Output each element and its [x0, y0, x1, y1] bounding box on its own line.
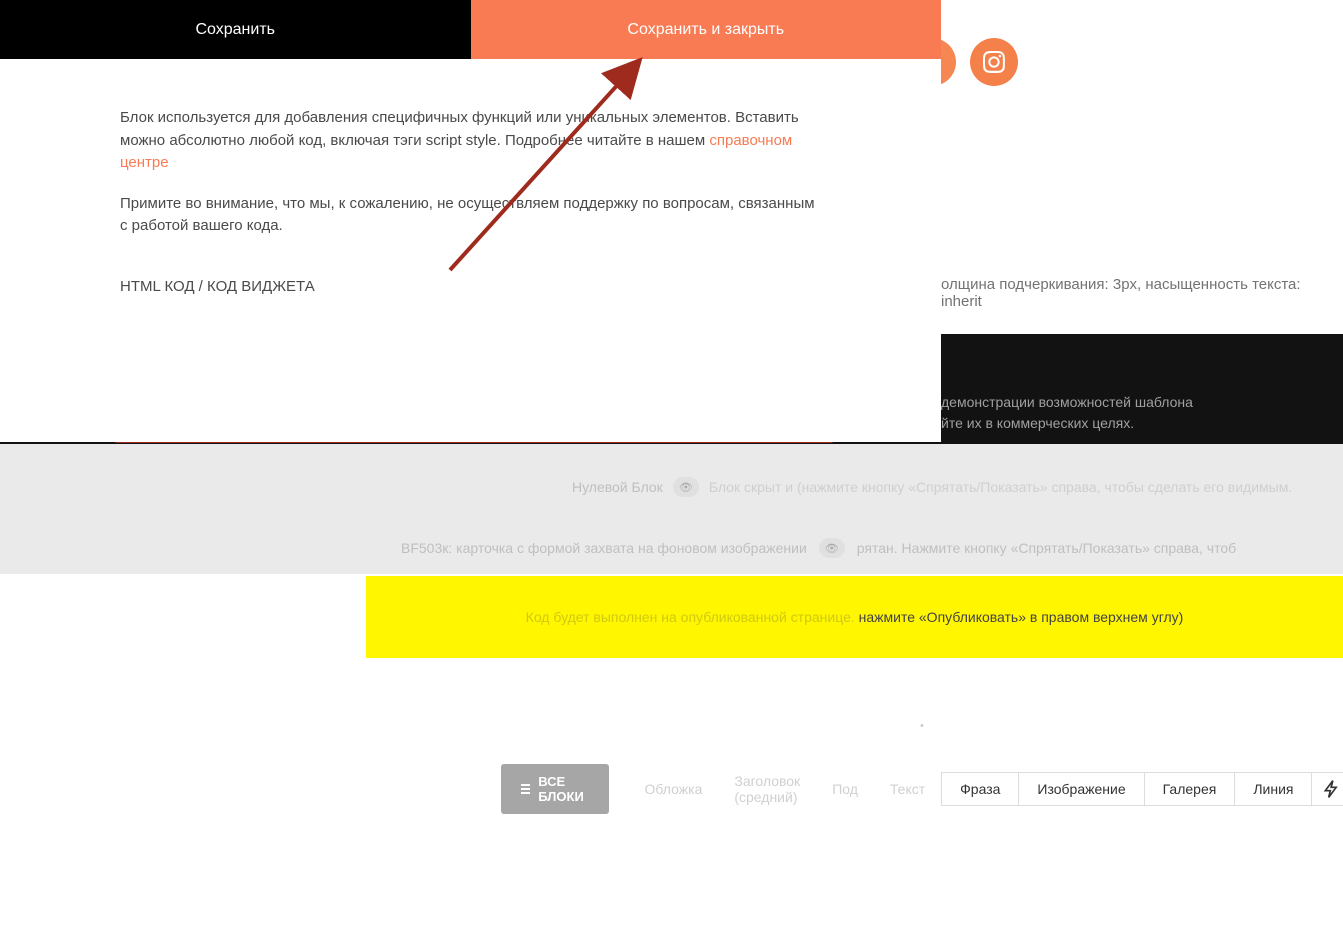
save-button[interactable]: Сохранить	[0, 0, 471, 59]
eye-icon[interactable]: 👁	[673, 477, 699, 497]
modal-body: Блок используется для добавления специфи…	[0, 59, 941, 298]
code-label: HTML КОД / КОД ВИДЖЕТА	[120, 276, 823, 299]
hidden-block-bf503: BF503к: карточка с формой захвата на фон…	[401, 538, 1236, 558]
modal-description-2: Примите во внимание, что мы, к сожалению…	[120, 193, 823, 238]
decorative-sep: •	[920, 720, 924, 732]
eye-icon[interactable]: 👁	[819, 538, 845, 558]
tool-line[interactable]: Линия	[1234, 772, 1312, 806]
instagram-icon[interactable]	[970, 38, 1018, 86]
publish-notice-strip: Код будет выполнен на опубликованной стр…	[366, 576, 1343, 658]
tool-gallery[interactable]: Галерея	[1144, 772, 1236, 806]
zero-block-button[interactable]	[1311, 772, 1343, 806]
modal-header: Сохранить Сохранить и закрыть	[0, 0, 941, 59]
tool-cover[interactable]: Обложка	[629, 773, 719, 805]
hidden-block-zero: Нулевой Блок 👁 Блок скрыт и (нажмите кно…	[572, 477, 1292, 497]
dark-strip-text: демонстрации возможностей шаблона йте их…	[941, 392, 1193, 434]
tool-heading[interactable]: Заголовок (средний)	[718, 765, 816, 813]
tool-image[interactable]: Изображение	[1018, 772, 1144, 806]
modal-description-1: Блок используется для добавления специфи…	[120, 107, 823, 175]
all-blocks-label: ВСЕ БЛОКИ	[538, 774, 588, 804]
hamburger-icon	[521, 782, 530, 796]
social-icons-group	[928, 38, 1018, 86]
all-blocks-button[interactable]: ВСЕ БЛОКИ	[501, 764, 609, 814]
tool-phrase[interactable]: Фраза	[941, 772, 1019, 806]
code-editor-modal: Сохранить Сохранить и закрыть Блок испол…	[0, 0, 941, 442]
tool-sub[interactable]: Под	[816, 773, 874, 805]
tool-text[interactable]: Текст	[874, 773, 941, 805]
background-underline-text: олщина подчеркивания: 3px, насыщенность …	[941, 276, 1343, 310]
block-toolbar: ВСЕ БЛОКИ Обложка Заголовок (средний) По…	[501, 764, 1343, 814]
save-and-close-button[interactable]: Сохранить и закрыть	[471, 0, 942, 59]
